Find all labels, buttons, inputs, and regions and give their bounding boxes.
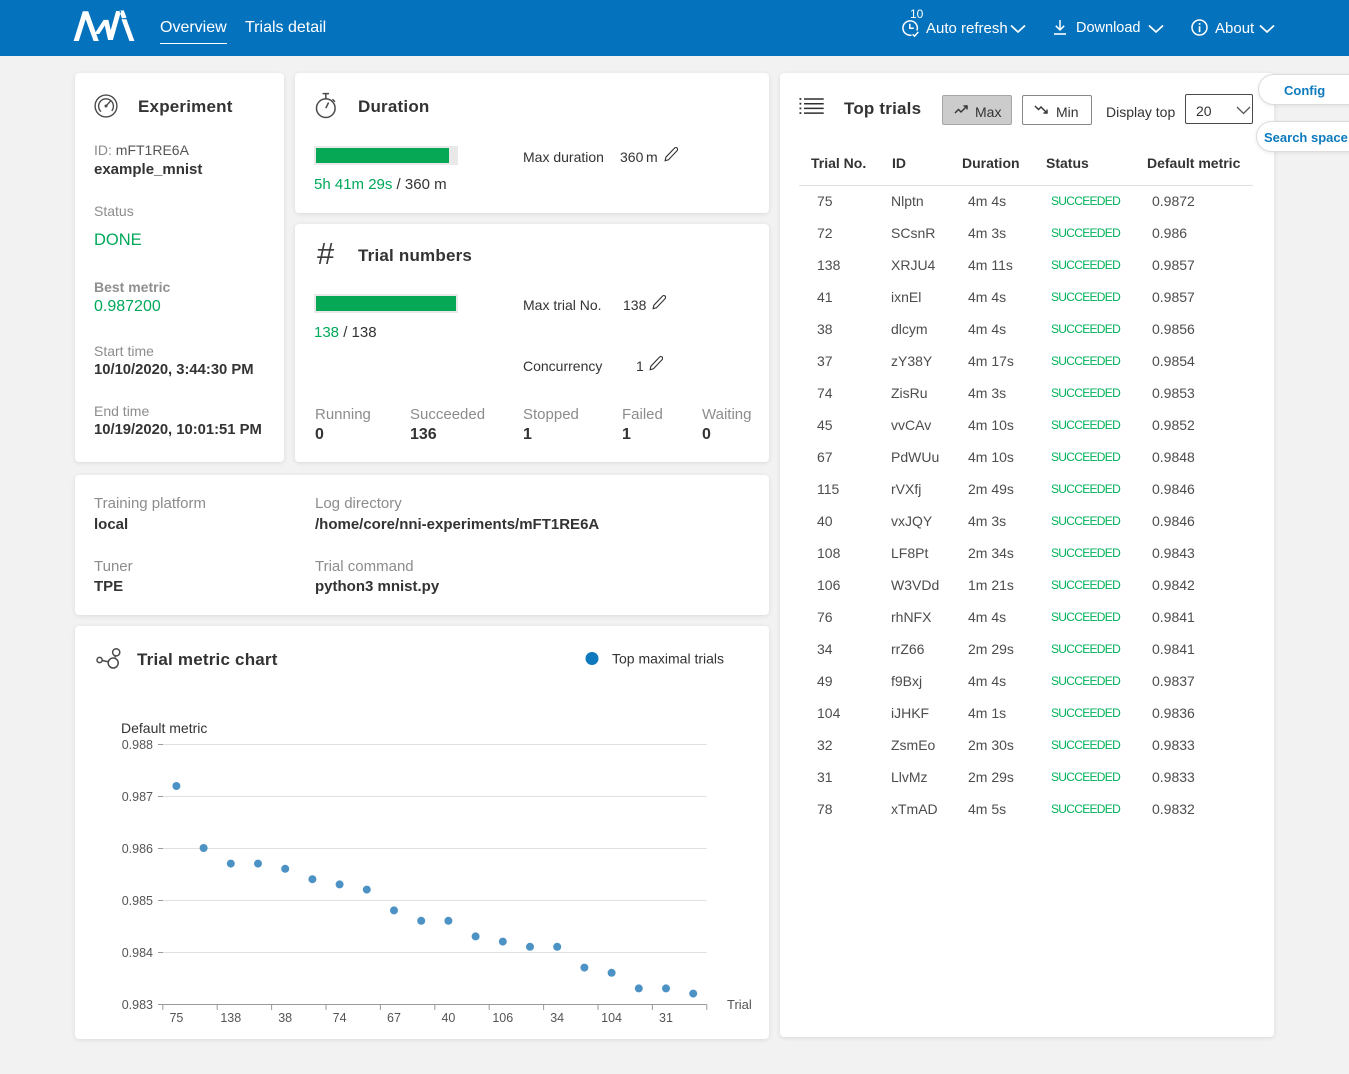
svg-text:Top maximal trials: Top maximal trials — [612, 651, 724, 667]
svg-text:Default metric: Default metric — [121, 720, 207, 736]
svg-text:0.988: 0.988 — [122, 738, 153, 752]
svg-text:0.986: 0.986 — [122, 842, 153, 856]
svg-text:75: 75 — [169, 1011, 183, 1025]
svg-text:74: 74 — [333, 1011, 347, 1025]
svg-text:138: 138 — [220, 1011, 241, 1025]
svg-text:0.985: 0.985 — [122, 894, 153, 908]
svg-text:31: 31 — [659, 1011, 673, 1025]
svg-text:34: 34 — [550, 1011, 564, 1025]
svg-text:106: 106 — [492, 1011, 513, 1025]
svg-text:67: 67 — [387, 1011, 401, 1025]
svg-text:0.987: 0.987 — [122, 790, 153, 804]
svg-text:104: 104 — [601, 1011, 622, 1025]
svg-text:0.984: 0.984 — [122, 946, 153, 960]
svg-text:38: 38 — [278, 1011, 292, 1025]
svg-text:0.983: 0.983 — [122, 998, 153, 1012]
svg-text:40: 40 — [441, 1011, 455, 1025]
svg-text:Trial: Trial — [727, 997, 752, 1012]
